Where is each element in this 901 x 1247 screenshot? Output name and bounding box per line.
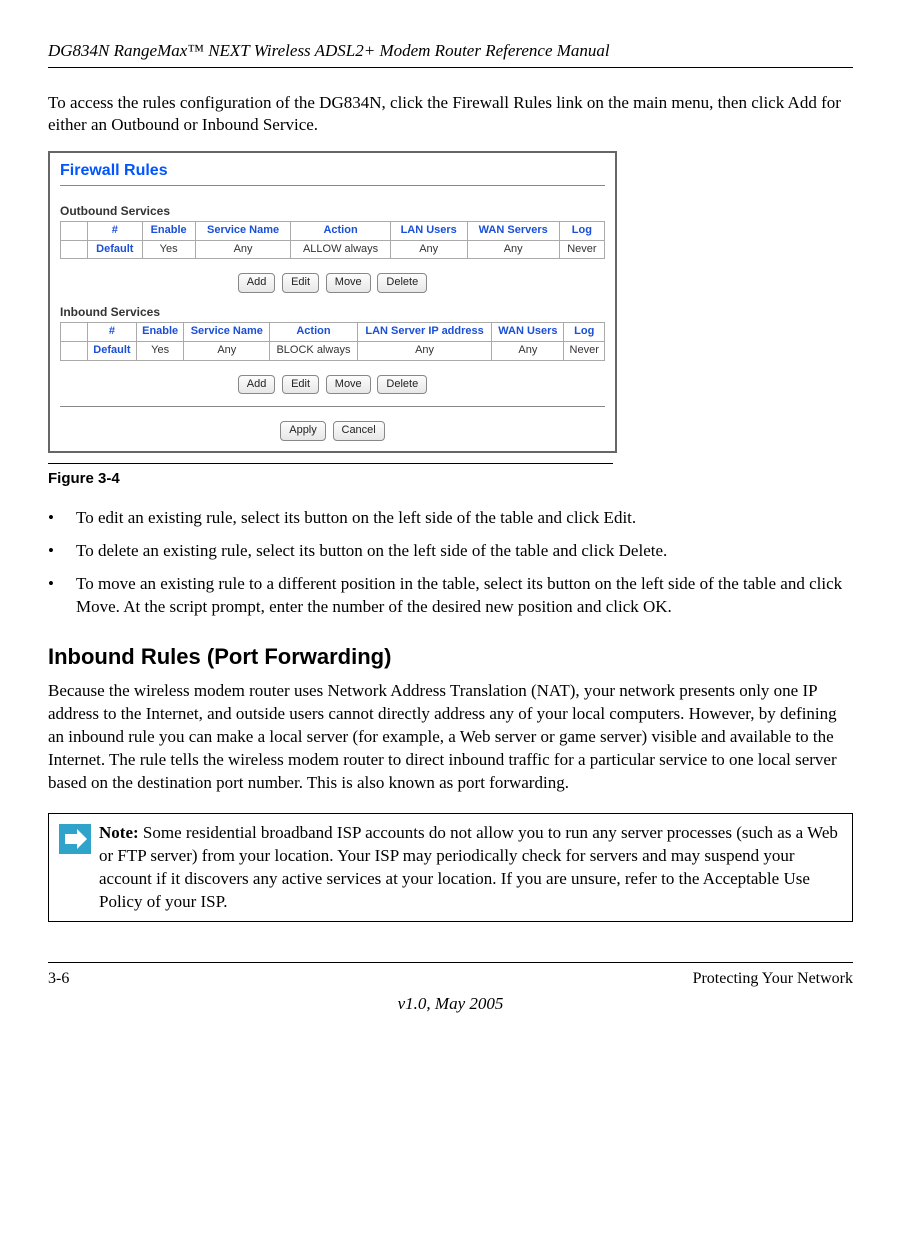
edit-button[interactable]: Edit: [282, 273, 319, 293]
outbound-table: # Enable Service Name Action LAN Users W…: [60, 221, 605, 260]
col-action: Action: [270, 323, 358, 342]
delete-button[interactable]: Delete: [377, 375, 427, 395]
row-select[interactable]: [61, 240, 88, 259]
panel-title: Firewall Rules: [60, 161, 605, 181]
title-separator: [60, 185, 605, 186]
version-info: v1.0, May 2005: [48, 993, 853, 1014]
col-blank: [61, 323, 88, 342]
cell-lanip: Any: [357, 341, 492, 360]
page-header: DG834N RangeMax™ NEXT Wireless ADSL2+ Mo…: [48, 40, 853, 68]
cell-enable: Yes: [142, 240, 195, 259]
cell-action: ALLOW always: [291, 240, 390, 259]
bullet-text: To move an existing rule to a different …: [76, 573, 853, 619]
add-button[interactable]: Add: [238, 273, 276, 293]
bullet-list: •To edit an existing rule, select its bu…: [48, 507, 853, 619]
cell-default: Default: [88, 341, 137, 360]
table-row[interactable]: Default Yes Any ALLOW always Any Any Nev…: [61, 240, 605, 259]
arrow-icon: [59, 822, 99, 914]
col-lanip: LAN Server IP address: [357, 323, 492, 342]
bullet-icon: •: [48, 507, 76, 530]
apply-cancel-row: Apply Cancel: [60, 417, 605, 441]
cell-log: Never: [564, 341, 605, 360]
row-select[interactable]: [61, 341, 88, 360]
table-header-row: # Enable Service Name Action LAN Users W…: [61, 221, 605, 240]
col-wan: WAN Servers: [467, 221, 559, 240]
col-enable: Enable: [142, 221, 195, 240]
figure-label: Figure 3-4: [48, 463, 613, 489]
move-button[interactable]: Move: [326, 375, 371, 395]
col-lan: LAN Users: [390, 221, 467, 240]
col-wanusers: WAN Users: [492, 323, 564, 342]
cell-wan: Any: [467, 240, 559, 259]
section-name: Protecting Your Network: [633, 969, 853, 989]
note-box: Note: Some residential broadband ISP acc…: [48, 813, 853, 923]
col-service: Service Name: [184, 323, 270, 342]
page-footer: 3-6 Protecting Your Network: [48, 962, 853, 989]
cell-service: Any: [195, 240, 291, 259]
cell-default: Default: [88, 240, 143, 259]
outbound-buttons: Add Edit Move Delete: [60, 269, 605, 293]
inbound-label: Inbound Services: [60, 305, 605, 320]
bullet-text: To edit an existing rule, select its but…: [76, 507, 636, 530]
col-blank: [61, 221, 88, 240]
col-log: Log: [559, 221, 604, 240]
edit-button[interactable]: Edit: [282, 375, 319, 395]
list-item: •To move an existing rule to a different…: [48, 573, 853, 619]
move-button[interactable]: Move: [326, 273, 371, 293]
table-row[interactable]: Default Yes Any BLOCK always Any Any Nev…: [61, 341, 605, 360]
table-header-row: # Enable Service Name Action LAN Server …: [61, 323, 605, 342]
col-number: #: [88, 323, 137, 342]
cell-action: BLOCK always: [270, 341, 358, 360]
add-button[interactable]: Add: [238, 375, 276, 395]
cell-service: Any: [184, 341, 270, 360]
col-service: Service Name: [195, 221, 291, 240]
inbound-table: # Enable Service Name Action LAN Server …: [60, 322, 605, 361]
firewall-rules-panel: Firewall Rules Outbound Services # Enabl…: [48, 151, 617, 453]
col-enable: Enable: [136, 323, 184, 342]
cell-lan: Any: [390, 240, 467, 259]
col-log: Log: [564, 323, 605, 342]
bullet-icon: •: [48, 540, 76, 563]
delete-button[interactable]: Delete: [377, 273, 427, 293]
col-action: Action: [291, 221, 390, 240]
separator: [60, 406, 605, 407]
cell-enable: Yes: [136, 341, 184, 360]
cell-wanusers: Any: [492, 341, 564, 360]
col-number: #: [88, 221, 143, 240]
list-item: •To delete an existing rule, select its …: [48, 540, 853, 563]
intro-text: To access the rules configuration of the…: [48, 92, 853, 135]
note-body: Some residential broadband ISP accounts …: [99, 823, 838, 911]
bullet-text: To delete an existing rule, select its b…: [76, 540, 667, 563]
bullet-icon: •: [48, 573, 76, 619]
apply-button[interactable]: Apply: [280, 421, 326, 441]
inbound-buttons: Add Edit Move Delete: [60, 371, 605, 395]
list-item: •To edit an existing rule, select its bu…: [48, 507, 853, 530]
section-body: Because the wireless modem router uses N…: [48, 680, 853, 795]
note-label: Note:: [99, 823, 139, 842]
cell-log: Never: [559, 240, 604, 259]
section-heading: Inbound Rules (Port Forwarding): [48, 643, 853, 671]
page-number: 3-6: [48, 969, 128, 989]
outbound-label: Outbound Services: [60, 204, 605, 219]
note-text: Note: Some residential broadband ISP acc…: [99, 822, 842, 914]
cancel-button[interactable]: Cancel: [333, 421, 385, 441]
